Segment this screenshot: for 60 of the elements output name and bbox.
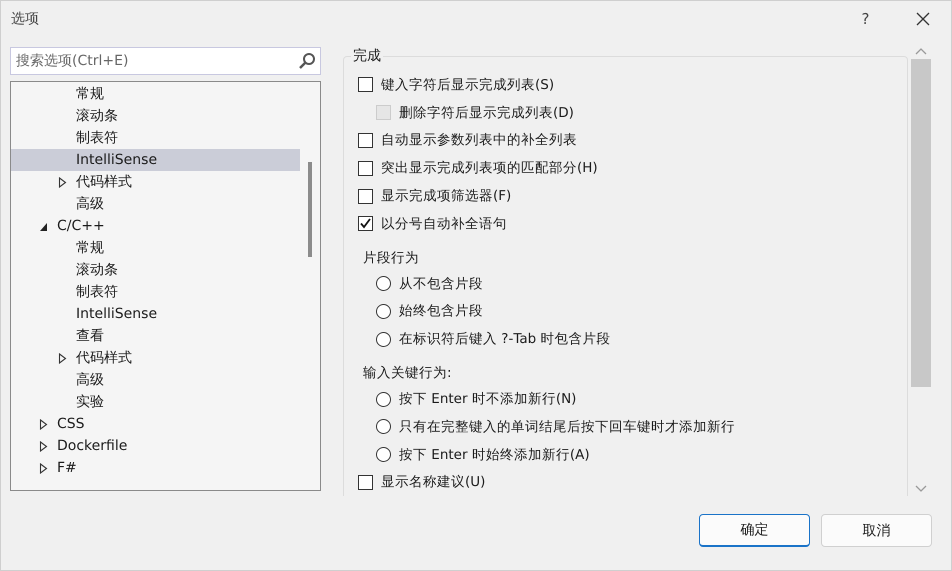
radio-button[interactable] bbox=[376, 447, 391, 462]
collapsed-caret-icon[interactable] bbox=[58, 176, 67, 188]
tree-item[interactable]: 滚动条 bbox=[11, 259, 300, 281]
tree-item[interactable]: 代码样式 bbox=[11, 347, 300, 369]
radio-button[interactable] bbox=[376, 332, 391, 347]
help-button[interactable]: ? bbox=[837, 1, 894, 37]
tree-item[interactable]: 代码样式 bbox=[11, 171, 300, 193]
checkbox[interactable] bbox=[358, 216, 373, 232]
scrollbar-thumb[interactable] bbox=[308, 162, 312, 257]
checkbox[interactable] bbox=[358, 160, 373, 176]
collapsed-caret-icon[interactable] bbox=[39, 440, 48, 452]
tree-item[interactable]: 滚动条 bbox=[11, 105, 300, 127]
radio-button[interactable] bbox=[376, 276, 391, 292]
checkbox-label: 以分号自动补全语句 bbox=[381, 214, 507, 233]
tree-item[interactable]: F# bbox=[11, 457, 300, 479]
checkbox-label: 突出显示完成列表项的匹配部分(H) bbox=[381, 159, 598, 178]
cancel-button[interactable]: 取消 bbox=[821, 514, 932, 547]
checkbox-label: 删除字符后显示完成列表(D) bbox=[399, 104, 574, 122]
collapsed-caret-icon[interactable] bbox=[58, 352, 67, 364]
section-label: 输入关键行为: bbox=[363, 364, 453, 384]
radio-label: 始终包含片段 bbox=[399, 302, 483, 320]
checkbox-label: 自动显示参数列表中的补全列表 bbox=[381, 131, 577, 150]
radio-label: 按下 Enter 时始终添加新行(A) bbox=[399, 446, 590, 464]
tree-item[interactable]: 查看 bbox=[11, 325, 300, 347]
radio-button[interactable] bbox=[376, 304, 391, 319]
radio-button[interactable] bbox=[376, 392, 391, 407]
tree-item[interactable]: IntelliSense bbox=[11, 149, 300, 171]
expanded-caret-icon[interactable] bbox=[39, 220, 48, 232]
checkbox-label: 键入字符后显示完成列表(S) bbox=[381, 76, 554, 94]
group-title: 完成 bbox=[351, 47, 383, 65]
radio-label: 按下 Enter 时不添加新行(N) bbox=[399, 390, 576, 408]
tree-item[interactable]: 制表符 bbox=[11, 127, 300, 149]
collapsed-caret-icon[interactable] bbox=[39, 418, 48, 430]
ok-button[interactable]: 确定 bbox=[699, 514, 810, 547]
collapsed-caret-icon[interactable] bbox=[39, 462, 48, 474]
checkbox[interactable] bbox=[358, 188, 373, 204]
close-icon bbox=[916, 12, 930, 26]
checkbox-label: 显示完成项筛选器(F) bbox=[381, 187, 512, 206]
checkbox-label: 显示名称建议(U) bbox=[381, 473, 486, 492]
radio-label: 只有在完整键入的单词结尾后按下回车键时才添加新行 bbox=[399, 418, 735, 436]
tree-item[interactable]: 高级 bbox=[11, 193, 300, 215]
checkbox[interactable] bbox=[358, 77, 373, 92]
tree-item[interactable]: CSS bbox=[11, 413, 300, 435]
tree-item[interactable]: 常规 bbox=[11, 83, 300, 105]
search-field[interactable]: 搜索选项(Ctrl+E) bbox=[10, 47, 321, 75]
section-label: 片段行为 bbox=[363, 248, 420, 268]
tree-item[interactable]: IntelliSense bbox=[11, 303, 300, 325]
radio-button[interactable] bbox=[376, 419, 391, 434]
checkbox[interactable] bbox=[358, 474, 373, 490]
tree-item[interactable]: 高级 bbox=[11, 369, 300, 391]
tree-item[interactable]: Dockerfile bbox=[11, 435, 300, 457]
tree-item[interactable]: 常规 bbox=[11, 237, 300, 259]
radio-label: 在标识符后键入 ?-Tab 时包含片段 bbox=[399, 330, 610, 348]
checkbox[interactable] bbox=[358, 132, 373, 148]
search-icon bbox=[298, 52, 316, 70]
window-title: 选项 bbox=[11, 10, 39, 28]
tree-item[interactable]: C/C++ bbox=[11, 215, 300, 237]
tree-item[interactable]: 制表符 bbox=[11, 281, 300, 303]
tree-item[interactable]: 实验 bbox=[11, 391, 300, 413]
radio-label: 从不包含片段 bbox=[399, 274, 483, 293]
